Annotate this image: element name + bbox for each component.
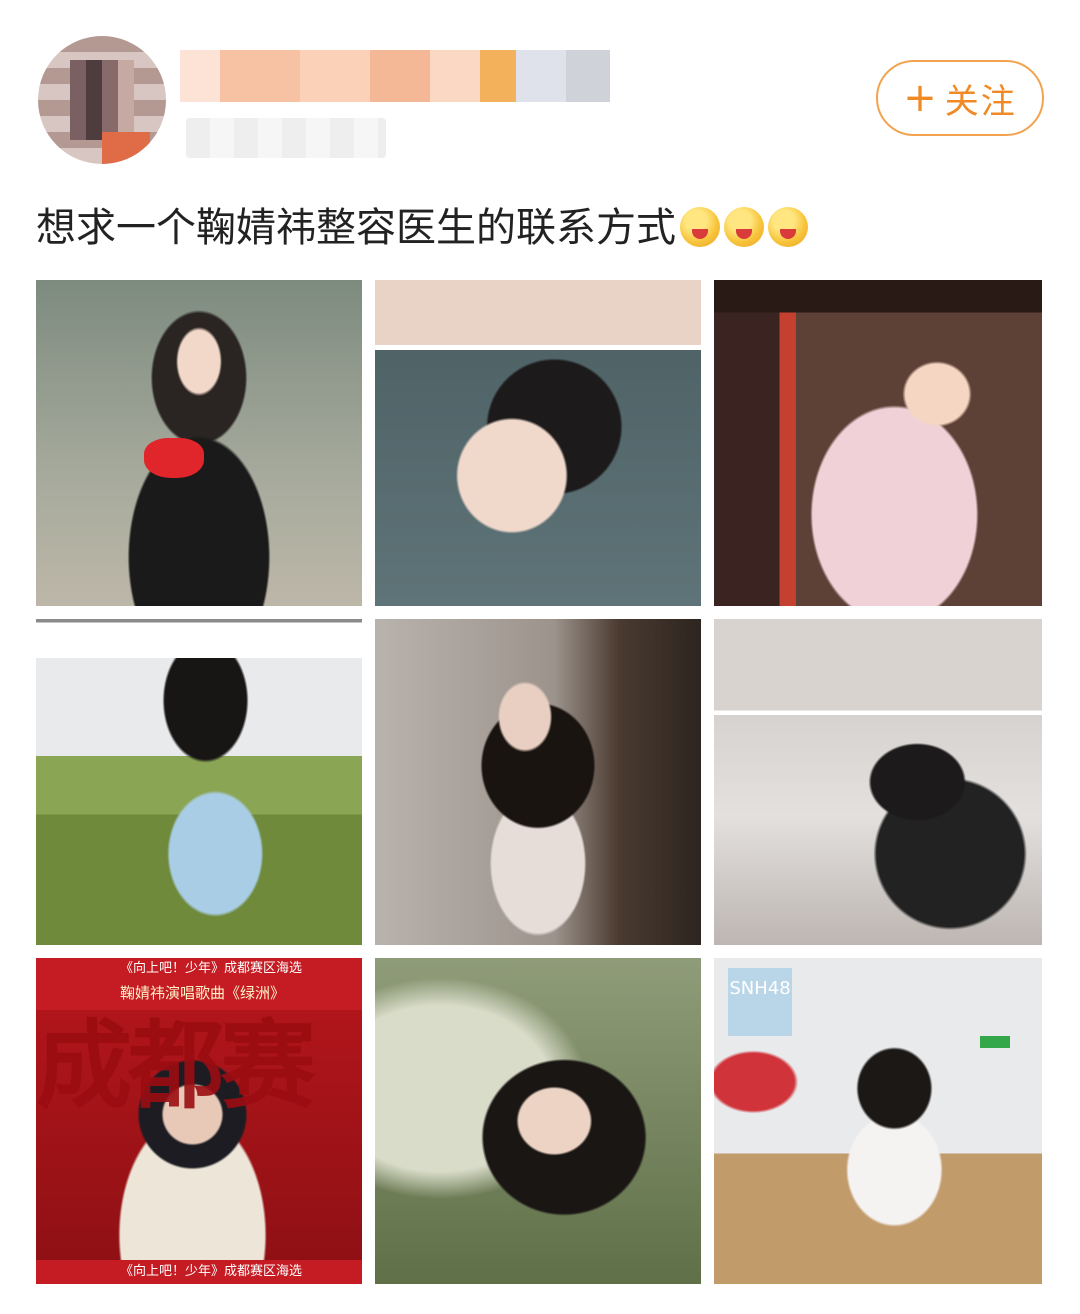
exit-sign (980, 1036, 1010, 1048)
photo-tile-4[interactable] (36, 619, 362, 945)
red-bow (144, 438, 204, 478)
post-text-content: 想求一个鞠婧祎整容医生的联系方式 (36, 205, 676, 251)
photo-tile-9[interactable]: SNH48 (714, 958, 1042, 1284)
username-blurred[interactable] (180, 50, 610, 102)
photo-tile-3[interactable] (714, 280, 1042, 606)
image-grid: 《向上吧！少年》成都赛区海选 鞠婧祎演唱歌曲《绿洲》 成都赛 《向上吧！少年》成… (36, 280, 1042, 1284)
post-meta-blurred (186, 118, 386, 158)
snh48-logo: SNH48 (728, 968, 792, 1036)
photo-tile-7[interactable]: 《向上吧！少年》成都赛区海选 鞠婧祎演唱歌曲《绿洲》 成都赛 《向上吧！少年》成… (36, 958, 362, 1284)
follow-button[interactable]: + 关注 (876, 60, 1044, 136)
tile7-big-text: 成都赛 (36, 1009, 316, 1122)
yum-face-emoji (680, 207, 720, 247)
post-text: 想求一个鞠婧祎整容医生的联系方式 (36, 198, 1046, 258)
avatar[interactable] (38, 36, 166, 164)
yum-face-emoji (724, 207, 764, 247)
photo-tile-8[interactable] (375, 958, 701, 1284)
plus-icon: + (903, 75, 939, 121)
tile7-top-caption: 《向上吧！少年》成都赛区海选 (36, 958, 362, 980)
photo-tile-2[interactable] (375, 280, 701, 606)
tile7-sub-caption: 鞠婧祎演唱歌曲《绿洲》 (120, 984, 286, 1002)
weibo-post-card: + 关注 想求一个鞠婧祎整容医生的联系方式 《向上吧！少年》成都赛区海选 鞠婧祎… (0, 0, 1080, 1314)
follow-label: 关注 (944, 81, 1017, 122)
photo-tile-6[interactable] (714, 619, 1042, 945)
photo-tile-1[interactable] (36, 280, 362, 606)
tile7-bottom-caption: 《向上吧！少年》成都赛区海选 (36, 1260, 362, 1284)
yum-face-emoji (768, 207, 808, 247)
photo-tile-5[interactable] (375, 619, 701, 945)
